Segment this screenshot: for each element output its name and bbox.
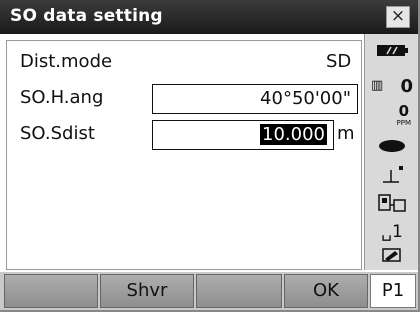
screen: SO data setting × Dist.mode SD SO.H.ang …	[0, 0, 420, 312]
prism-target-icon	[365, 138, 419, 158]
prism-icon: ▥	[371, 78, 384, 93]
window-title: SO data setting	[10, 6, 163, 26]
ppm-row: 0 PPM	[365, 102, 419, 132]
dist-mode-label: Dist.mode	[20, 51, 113, 72]
title-bar: SO data setting ×	[0, 0, 418, 34]
input-mode-indicator: ␣1	[381, 222, 403, 242]
softkey-3[interactable]	[196, 274, 282, 308]
so-sdist-label: SO.Sdist	[20, 123, 95, 144]
dist-mode-value[interactable]: SD	[326, 51, 351, 72]
close-button[interactable]: ×	[386, 6, 410, 28]
softkey-1[interactable]	[4, 274, 98, 308]
ppm-label: PPM	[396, 119, 411, 127]
so-h-ang-field[interactable]: 40°50'00"	[152, 84, 358, 114]
so-sdist-field[interactable]: 10.000	[152, 120, 334, 150]
so-h-ang-label: SO.H.ang	[20, 87, 104, 108]
softkey-ok[interactable]: OK	[284, 274, 368, 308]
prism-constant-row: ▥ 0	[365, 76, 419, 98]
content-frame	[6, 40, 362, 270]
softkey-shvr[interactable]: Shvr	[100, 274, 194, 308]
so-sdist-unit: m	[337, 123, 355, 144]
content-area: Dist.mode SD SO.H.ang 40°50'00" SO.Sdist…	[0, 34, 364, 270]
softkey-page-p1[interactable]: P1	[370, 274, 416, 308]
so-sdist-value: 10.000	[260, 124, 327, 145]
memory-card-icon	[365, 246, 419, 268]
status-sidebar: ▥ 0 0 PPM ␣1	[364, 34, 418, 270]
battery-icon	[365, 42, 419, 62]
softkey-bar: Shvr OK P1	[0, 272, 418, 310]
tilt-compensation-icon	[365, 164, 419, 190]
communication-icon	[365, 192, 419, 218]
prism-constant-value: 0	[400, 76, 413, 97]
ppm-value: 0	[398, 102, 409, 120]
